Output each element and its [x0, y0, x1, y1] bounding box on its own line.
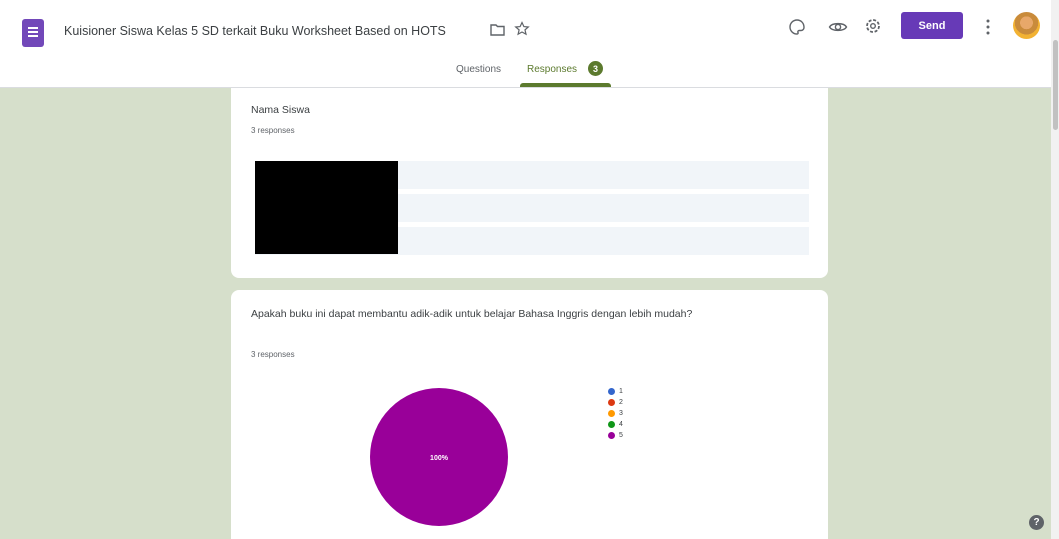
form-title[interactable]: Kuisioner Siswa Kelas 5 SD terkait Buku … [64, 24, 446, 38]
pie-chart: 100% [370, 388, 508, 526]
legend-item: 3 [608, 408, 623, 419]
tab-responses[interactable]: Responses [527, 64, 577, 75]
question-card: Nama Siswa 3 responses [231, 88, 828, 278]
legend-item: 2 [608, 397, 623, 408]
legend-swatch [608, 388, 615, 395]
scrollbar-thumb[interactable] [1053, 40, 1058, 130]
star-icon[interactable] [514, 21, 530, 37]
forms-logo-icon[interactable] [22, 19, 44, 47]
app-header: Kuisioner Siswa Kelas 5 SD terkait Buku … [0, 0, 1059, 88]
legend-label: 1 [619, 388, 623, 395]
chart-legend: 1 2 3 4 5 [608, 386, 623, 441]
legend-item: 5 [608, 430, 623, 441]
palette-icon[interactable] [788, 18, 806, 36]
responses-count-badge: 3 [588, 61, 603, 76]
legend-label: 5 [619, 432, 623, 439]
legend-label: 3 [619, 410, 623, 417]
legend-swatch [608, 399, 615, 406]
folder-icon[interactable] [490, 23, 505, 36]
pie-slice-label: 100% [430, 455, 449, 462]
question-card: Apakah buku ini dapat membantu adik-adik… [231, 290, 828, 539]
question-title: Nama Siswa [251, 104, 310, 116]
avatar[interactable] [1013, 12, 1040, 39]
more-vert-icon[interactable] [985, 18, 991, 36]
eye-icon[interactable] [828, 18, 848, 36]
active-tab-indicator [520, 83, 611, 87]
response-count: 3 responses [251, 126, 295, 135]
legend-swatch [608, 432, 615, 439]
legend-swatch [608, 410, 615, 417]
legend-item: 1 [608, 386, 623, 397]
legend-swatch [608, 421, 615, 428]
tab-questions[interactable]: Questions [456, 64, 501, 75]
legend-item: 4 [608, 419, 623, 430]
legend-label: 2 [619, 399, 623, 406]
legend-label: 4 [619, 421, 623, 428]
send-button[interactable]: Send [901, 12, 963, 39]
redacted-area [255, 161, 398, 254]
help-icon[interactable]: ? [1029, 515, 1044, 530]
response-count: 3 responses [251, 350, 295, 359]
question-title: Apakah buku ini dapat membantu adik-adik… [251, 308, 693, 320]
settings-icon[interactable] [864, 17, 882, 35]
